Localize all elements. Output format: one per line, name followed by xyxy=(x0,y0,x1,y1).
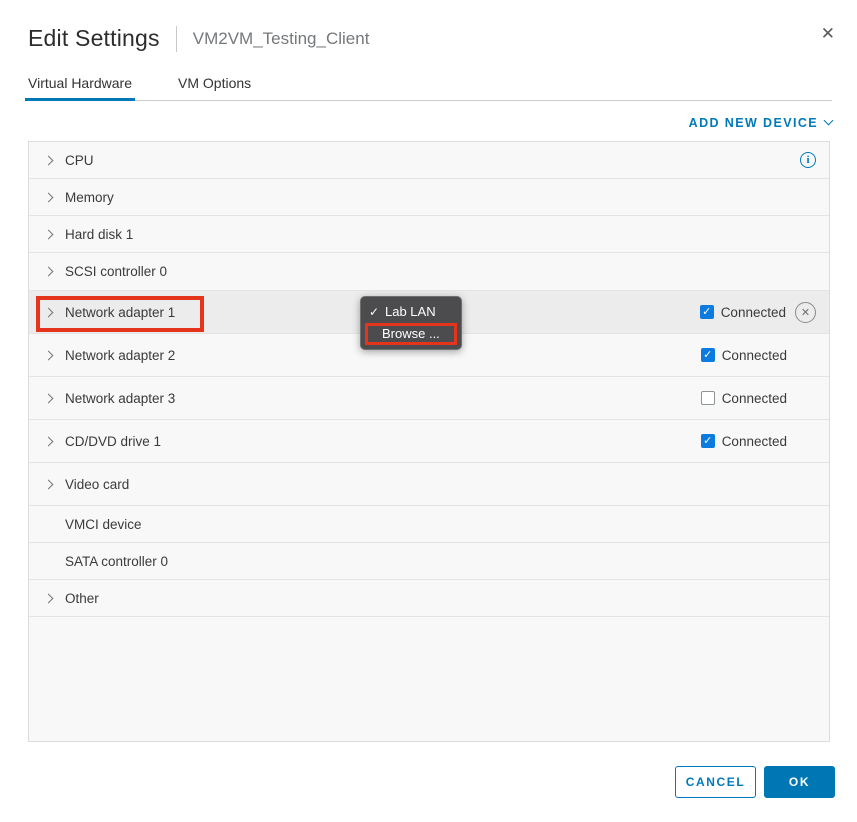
device-row-scsi-controller-0[interactable]: SCSI controller 0 xyxy=(29,253,829,291)
dropdown-item-label: Lab LAN xyxy=(385,304,436,319)
device-label: Network adapter 1 xyxy=(65,305,175,320)
dialog-footer: CANCEL OK xyxy=(675,766,835,798)
device-label: Memory xyxy=(65,190,114,205)
device-label: Hard disk 1 xyxy=(65,227,133,242)
dropdown-item-browse[interactable]: Browse ... xyxy=(382,326,450,341)
cancel-button[interactable]: CANCEL xyxy=(675,766,756,798)
add-new-device-button[interactable]: ADD NEW DEVICE xyxy=(689,114,832,131)
dropdown-item-label: Browse ... xyxy=(382,326,440,341)
ok-button[interactable]: OK xyxy=(764,766,835,798)
device-row-other[interactable]: Other xyxy=(29,580,829,617)
close-icon[interactable]: ✕ xyxy=(821,25,835,42)
device-row-memory[interactable]: Memory xyxy=(29,179,829,216)
device-row-video-card[interactable]: Video card xyxy=(29,463,829,506)
connected-label: Connected xyxy=(722,434,787,449)
remove-device-icon[interactable]: ✕ xyxy=(795,302,816,323)
connected-label: Connected xyxy=(722,348,787,363)
dialog-title: Edit Settings xyxy=(28,25,160,52)
device-label: SCSI controller 0 xyxy=(65,264,167,279)
edit-settings-dialog: Edit Settings VM2VM_Testing_Client ✕ Vir… xyxy=(0,0,857,822)
tab-vm-options[interactable]: VM Options xyxy=(175,75,254,100)
chevron-right-icon[interactable] xyxy=(44,479,54,489)
device-label: CPU xyxy=(65,153,94,168)
connected-checkbox[interactable]: ✓ xyxy=(701,434,715,448)
device-row-cpu[interactable]: CPU i xyxy=(29,142,829,179)
dropdown-item-lab-lan[interactable]: ✓ Lab LAN xyxy=(361,303,461,322)
device-label: Network adapter 3 xyxy=(65,391,175,406)
checkmark-icon: ✓ xyxy=(369,305,385,319)
annotation-box-browse: Browse ... xyxy=(365,323,457,345)
checkmark-icon: ✓ xyxy=(703,436,712,447)
chevron-right-icon[interactable] xyxy=(44,350,54,360)
chevron-right-icon[interactable] xyxy=(44,229,54,239)
chevron-right-icon[interactable] xyxy=(44,593,54,603)
title-divider xyxy=(176,26,177,52)
device-table: CPU i Memory Hard disk 1 SCSI controller… xyxy=(28,141,830,742)
device-row-network-adapter-3[interactable]: Network adapter 3 Connected xyxy=(29,377,829,420)
device-label: Video card xyxy=(65,477,129,492)
chevron-down-icon xyxy=(824,116,834,126)
chevron-right-icon[interactable] xyxy=(44,393,54,403)
tab-bar: Virtual Hardware VM Options xyxy=(25,75,832,101)
chevron-right-icon[interactable] xyxy=(44,155,54,165)
device-row-vmci-device: VMCI device xyxy=(29,506,829,543)
device-label: CD/DVD drive 1 xyxy=(65,434,161,449)
dialog-header: Edit Settings VM2VM_Testing_Client xyxy=(0,0,857,52)
vm-name: VM2VM_Testing_Client xyxy=(193,29,370,49)
chevron-right-icon[interactable] xyxy=(44,307,54,317)
checkmark-icon: ✓ xyxy=(703,350,712,361)
table-toolbar: ADD NEW DEVICE xyxy=(28,114,832,131)
device-label: Network adapter 2 xyxy=(65,348,175,363)
network-dropdown-menu: ✓ Lab LAN Browse ... xyxy=(360,296,462,350)
connected-label: Connected xyxy=(721,305,786,320)
connected-checkbox[interactable] xyxy=(701,391,715,405)
chevron-right-icon[interactable] xyxy=(44,436,54,446)
connected-checkbox[interactable]: ✓ xyxy=(700,305,714,319)
info-icon[interactable]: i xyxy=(800,152,816,168)
checkmark-icon: ✓ xyxy=(702,307,711,318)
device-label: VMCI device xyxy=(65,517,142,532)
connected-checkbox[interactable]: ✓ xyxy=(701,348,715,362)
chevron-right-icon[interactable] xyxy=(44,192,54,202)
device-row-sata-controller-0: SATA controller 0 xyxy=(29,543,829,580)
connected-label: Connected xyxy=(722,391,787,406)
device-row-cd-dvd-drive-1[interactable]: CD/DVD drive 1 ✓ Connected xyxy=(29,420,829,463)
add-new-device-label: ADD NEW DEVICE xyxy=(689,116,818,130)
tab-virtual-hardware[interactable]: Virtual Hardware xyxy=(25,75,135,100)
chevron-right-icon[interactable] xyxy=(44,267,54,277)
device-label: SATA controller 0 xyxy=(65,554,168,569)
device-label: Other xyxy=(65,591,99,606)
device-row-hard-disk-1[interactable]: Hard disk 1 xyxy=(29,216,829,253)
table-empty-area xyxy=(29,617,829,741)
